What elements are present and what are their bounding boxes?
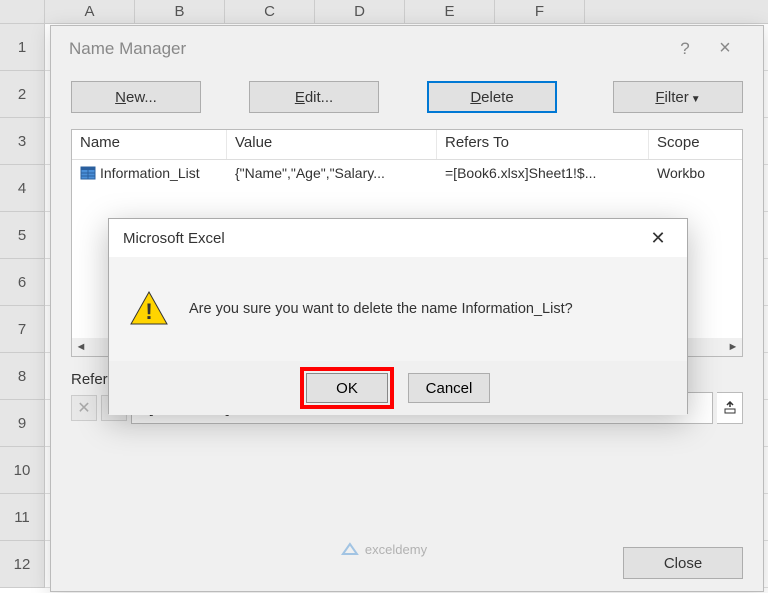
dialog-titlebar[interactable]: Name Manager ? × (51, 26, 763, 71)
close-button[interactable]: Close (623, 547, 743, 579)
name-row[interactable]: Information_List {"Name","Age","Salary..… (72, 160, 742, 186)
chevron-down-icon: ▼ (691, 94, 701, 105)
row-header[interactable]: 10 (0, 447, 45, 494)
warning-icon: ! (129, 289, 169, 329)
toolbar: NNew...ew... Edit... Delete Filter▼ (51, 71, 763, 123)
col-header-a[interactable]: A (45, 0, 135, 23)
ok-button[interactable]: OK (306, 373, 388, 403)
cancel-button[interactable]: Cancel (408, 373, 490, 403)
row-header[interactable]: 4 (0, 165, 45, 212)
confirm-dialog: Microsoft Excel ✕ ! Are you sure you wan… (108, 218, 688, 414)
new-button[interactable]: NNew...ew... (71, 81, 201, 113)
col-value[interactable]: Value (227, 130, 437, 159)
row-header[interactable]: 6 (0, 259, 45, 306)
value-text: {"Name","Age","Salary... (227, 163, 437, 183)
dialog-title: Name Manager (69, 39, 665, 59)
row-header[interactable]: 2 (0, 71, 45, 118)
list-header: Name Value Refers To Scope (72, 130, 742, 160)
collapse-dialog-icon[interactable] (717, 392, 743, 424)
close-icon[interactable]: ✕ (643, 228, 673, 249)
filter-button[interactable]: Filter▼ (613, 81, 743, 113)
col-scope[interactable]: Scope (649, 130, 742, 159)
col-refers[interactable]: Refers To (437, 130, 649, 159)
scroll-left-icon[interactable]: ◄ (72, 338, 90, 356)
row-header[interactable]: 3 (0, 118, 45, 165)
col-header-c[interactable]: C (225, 0, 315, 23)
col-header-f[interactable]: F (495, 0, 585, 23)
col-header-b[interactable]: B (135, 0, 225, 23)
close-icon[interactable]: × (705, 37, 745, 60)
scroll-right-icon[interactable]: ► (724, 338, 742, 356)
confirm-message: Are you sure you want to delete the name… (189, 301, 573, 317)
confirm-title: Microsoft Excel (123, 230, 643, 247)
scope-text: Workbo (649, 163, 742, 183)
row-header[interactable]: 7 (0, 306, 45, 353)
row-headers: 1 2 3 4 5 6 7 8 9 10 11 12 (0, 24, 45, 588)
row-header[interactable]: 12 (0, 541, 45, 588)
table-icon (80, 165, 96, 181)
col-name[interactable]: Name (72, 130, 227, 159)
row-header[interactable]: 1 (0, 24, 45, 71)
row-header[interactable]: 9 (0, 400, 45, 447)
row-header[interactable]: 5 (0, 212, 45, 259)
column-headers: A B C D E F (0, 0, 768, 24)
row-header[interactable]: 8 (0, 353, 45, 400)
delete-button[interactable]: Delete (427, 81, 557, 113)
col-header-e[interactable]: E (405, 0, 495, 23)
svg-text:!: ! (145, 299, 152, 324)
name-text: Information_List (100, 165, 200, 181)
refers-text: =[Book6.xlsx]Sheet1!$... (437, 163, 649, 183)
col-header-d[interactable]: D (315, 0, 405, 23)
cancel-refers-button[interactable]: ✕ (71, 395, 97, 421)
confirm-titlebar[interactable]: Microsoft Excel ✕ (109, 219, 687, 257)
select-all-corner[interactable] (0, 0, 45, 23)
edit-button[interactable]: Edit... (249, 81, 379, 113)
row-header[interactable]: 11 (0, 494, 45, 541)
help-button[interactable]: ? (665, 39, 705, 59)
